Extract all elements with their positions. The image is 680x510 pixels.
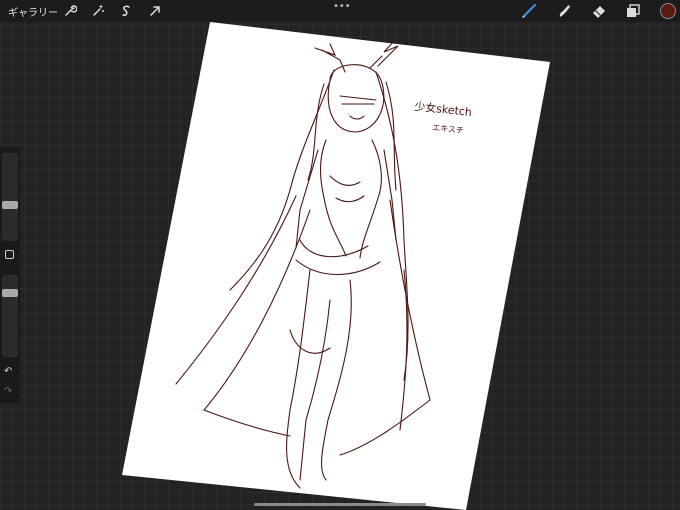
paper-sheet xyxy=(122,22,550,510)
drawing-canvas[interactable]: 少女sketch エキスチ xyxy=(0,0,680,510)
home-indicator[interactable] xyxy=(254,503,426,506)
